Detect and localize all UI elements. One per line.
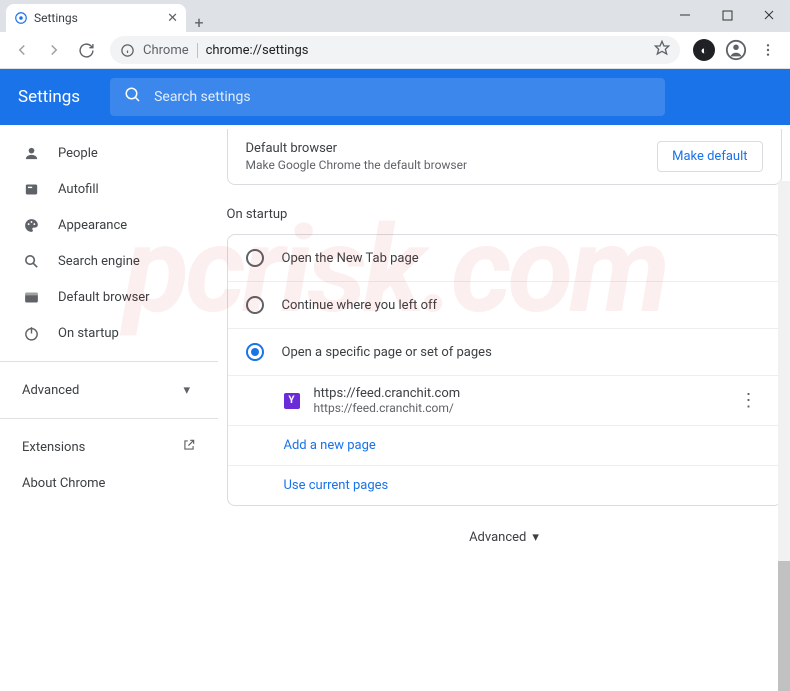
sidebar-label: People	[58, 146, 98, 161]
sidebar-label: Search engine	[58, 254, 140, 269]
extension-icon[interactable]: ◐	[690, 36, 718, 64]
radio-unchecked-icon[interactable]	[246, 249, 264, 267]
scrollbar-track[interactable]	[778, 181, 790, 610]
sidebar-item-search-engine[interactable]: Search engine	[0, 243, 218, 279]
person-icon	[22, 145, 40, 162]
forward-button[interactable]	[40, 36, 68, 64]
tab-title: Settings	[34, 11, 78, 25]
default-browser-card: Default browser Make Google Chrome the d…	[227, 129, 782, 185]
sidebar-advanced-label: Advanced	[22, 383, 79, 398]
palette-icon	[22, 217, 40, 234]
window-maximize-button[interactable]	[706, 1, 748, 29]
sidebar-about-label: About Chrome	[22, 476, 105, 491]
sidebar-label: Autofill	[58, 182, 99, 197]
radio-checked-icon[interactable]	[246, 343, 264, 361]
settings-sidebar: People Autofill Appearance Search engine…	[0, 125, 218, 610]
startup-page-title: https://feed.cranchit.com	[314, 386, 461, 401]
chevron-down-icon: ▾	[532, 530, 539, 545]
sidebar-advanced-toggle[interactable]: Advanced ▾	[0, 372, 218, 408]
sidebar-extensions-label: Extensions	[22, 440, 85, 455]
settings-search-input[interactable]	[154, 89, 651, 105]
window-close-button[interactable]	[748, 1, 790, 29]
startup-option-label: Open the New Tab page	[282, 251, 419, 266]
tab-favicon-settings-icon	[14, 11, 28, 25]
default-browser-sub: Make Google Chrome the default browser	[246, 158, 658, 172]
advanced-bottom-toggle[interactable]: Advanced ▾	[227, 530, 782, 545]
sidebar-about-link[interactable]: About Chrome	[0, 465, 218, 501]
tab-close-icon[interactable]: ✕	[167, 11, 178, 26]
browser-toolbar: Chrome chrome://settings ◐	[0, 32, 790, 69]
startup-option-label: Open a specific page or set of pages	[282, 345, 492, 360]
add-new-page-link[interactable]: Add a new page	[228, 425, 781, 465]
sidebar-label: On startup	[58, 326, 119, 341]
scrollbar-thumb[interactable]	[778, 561, 790, 691]
back-button[interactable]	[8, 36, 36, 64]
advanced-bottom-label: Advanced	[469, 530, 526, 545]
sidebar-item-appearance[interactable]: Appearance	[0, 207, 218, 243]
on-startup-card: Open the New Tab page Continue where you…	[227, 234, 782, 506]
sidebar-item-autofill[interactable]: Autofill	[0, 171, 218, 207]
radio-unchecked-icon[interactable]	[246, 296, 264, 314]
power-icon	[22, 325, 40, 342]
address-chip: Chrome	[143, 43, 198, 58]
window-titlebar: Settings ✕ +	[0, 0, 790, 32]
startup-option-continue[interactable]: Continue where you left off	[228, 281, 781, 328]
sidebar-extensions-link[interactable]: Extensions	[0, 429, 218, 465]
sidebar-item-on-startup[interactable]: On startup	[0, 315, 218, 351]
site-info-icon[interactable]	[120, 43, 135, 58]
search-icon	[22, 253, 40, 270]
settings-header: Settings	[0, 69, 790, 125]
reload-button[interactable]	[72, 36, 100, 64]
default-browser-title: Default browser	[246, 141, 658, 156]
settings-main: Default browser Make Google Chrome the d…	[218, 125, 790, 610]
address-url: chrome://settings	[206, 43, 309, 58]
bookmark-star-icon[interactable]	[654, 40, 670, 60]
window-minimize-button[interactable]	[664, 1, 706, 29]
startup-option-label: Continue where you left off	[282, 298, 438, 313]
use-current-pages-link[interactable]: Use current pages	[228, 465, 781, 505]
on-startup-heading: On startup	[227, 207, 782, 222]
page-favicon-icon: Y	[284, 393, 300, 409]
startup-option-new-tab[interactable]: Open the New Tab page	[228, 235, 781, 281]
search-icon	[124, 86, 142, 108]
chevron-down-icon: ▾	[183, 383, 190, 398]
page-more-menu-icon[interactable]: ⋮	[734, 390, 763, 411]
sidebar-label: Appearance	[58, 218, 127, 233]
sidebar-label: Default browser	[58, 290, 150, 305]
browser-icon	[22, 289, 40, 306]
browser-menu-icon[interactable]	[754, 36, 782, 64]
settings-title: Settings	[18, 87, 80, 107]
browser-tab[interactable]: Settings ✕	[6, 4, 186, 32]
startup-page-url: https://feed.cranchit.com/	[314, 401, 461, 415]
startup-page-entry: Y https://feed.cranchit.com https://feed…	[228, 375, 781, 425]
make-default-button[interactable]: Make default	[657, 141, 762, 172]
settings-search[interactable]	[110, 78, 665, 116]
profile-avatar-icon[interactable]	[722, 36, 750, 64]
sidebar-item-default-browser[interactable]: Default browser	[0, 279, 218, 315]
address-bar[interactable]: Chrome chrome://settings	[110, 36, 680, 64]
sidebar-item-people[interactable]: People	[0, 135, 218, 171]
external-link-icon	[182, 438, 196, 456]
new-tab-button[interactable]: +	[186, 13, 212, 32]
startup-option-specific-pages[interactable]: Open a specific page or set of pages	[228, 328, 781, 375]
autofill-icon	[22, 181, 40, 198]
